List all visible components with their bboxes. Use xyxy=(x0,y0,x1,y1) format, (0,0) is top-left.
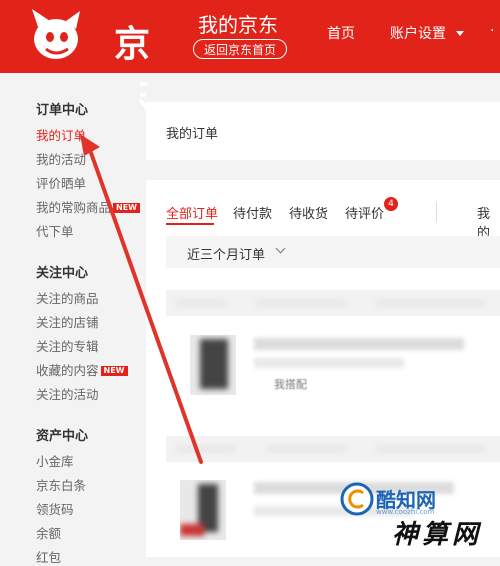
sidebar-item-saved-content[interactable]: 收藏的内容 NEW xyxy=(36,360,128,379)
sidebar-item-followed-albums[interactable]: 关注的专辑 xyxy=(36,336,99,355)
product-thumbnail[interactable] xyxy=(180,480,226,540)
chevron-down-icon xyxy=(275,243,286,254)
sidebar-item-jd-baitiao[interactable]: 京东白条 xyxy=(36,475,86,494)
sidebar-section-follow: 关注中心 xyxy=(36,266,89,281)
sidebar-item-vault[interactable]: 小金库 xyxy=(36,451,74,470)
tab-all-orders[interactable]: 全部订单 xyxy=(166,203,218,222)
tab-pending-receipt[interactable]: 待收货 xyxy=(289,203,328,222)
sidebar-item-followed-products[interactable]: 关注的商品 xyxy=(36,288,99,307)
sidebar-item-balance[interactable]: 余额 xyxy=(36,523,61,542)
order-header xyxy=(166,436,500,462)
page-title-card: 我的订单 xyxy=(146,102,500,160)
back-home-button[interactable]: 返回京东首页 xyxy=(193,39,287,59)
jd-dog-logo-icon xyxy=(32,9,80,59)
sidebar-item-label: 收藏的内容 xyxy=(36,363,99,378)
coozhi-logo-icon xyxy=(340,482,374,516)
pending-review-count-badge: 4 xyxy=(384,197,398,211)
active-tab-indicator xyxy=(166,223,214,225)
watermark-brush-text: 神算网 xyxy=(392,520,483,550)
sidebar-section-orders: 订单中心 xyxy=(36,103,89,118)
sidebar-item-my-activities[interactable]: 我的活动 xyxy=(36,149,86,168)
nav-more[interactable]: · xyxy=(490,23,494,39)
sidebar-section-assets: 资产中心 xyxy=(36,429,89,444)
sidebar-item-proxy-order[interactable]: 代下单 xyxy=(36,221,74,240)
new-badge: NEW xyxy=(113,203,140,213)
page-title: 我的订单 xyxy=(166,127,219,142)
order-range-select[interactable]: 近三个月订单 xyxy=(166,236,500,268)
order-header xyxy=(166,290,500,316)
orders-panel: 全部订单 待付款 待收货 待评价 4 我的 近三个月订单 我搭配 xyxy=(146,180,500,557)
sidebar-item-redeem-code[interactable]: 领货码 xyxy=(36,499,74,518)
nav-home-link[interactable]: 首页 xyxy=(327,23,355,43)
product-thumbnail[interactable] xyxy=(190,335,236,395)
sidebar-item-reviews[interactable]: 评价晒单 xyxy=(36,173,86,192)
tab-divider xyxy=(436,202,437,222)
jd-logo[interactable]: 京东 xyxy=(28,7,178,117)
tab-pending-payment[interactable]: 待付款 xyxy=(233,203,272,222)
sidebar-item-followed-stores[interactable]: 关注的店铺 xyxy=(36,312,99,331)
sidebar-item-followed-activities[interactable]: 关注的活动 xyxy=(36,384,99,403)
order-range-value: 近三个月订单 xyxy=(187,248,266,263)
sidebar-item-label: 我的常购商品 xyxy=(36,200,112,215)
nav-account-settings[interactable]: 账户设置 xyxy=(390,23,446,43)
sidebar-item-my-orders[interactable]: 我的订单 xyxy=(36,125,86,144)
top-header: 京东 我的京东 返回京东首页 首页 账户设置 · xyxy=(0,0,500,117)
chevron-down-icon[interactable] xyxy=(456,31,464,36)
tab-pending-review[interactable]: 待评价 xyxy=(345,203,384,222)
order-note: 我搭配 xyxy=(274,378,307,391)
site-title: 我的京东 xyxy=(198,13,278,37)
sidebar-item-frequent-products[interactable]: 我的常购商品 NEW xyxy=(36,197,140,216)
new-badge: NEW xyxy=(100,366,128,376)
